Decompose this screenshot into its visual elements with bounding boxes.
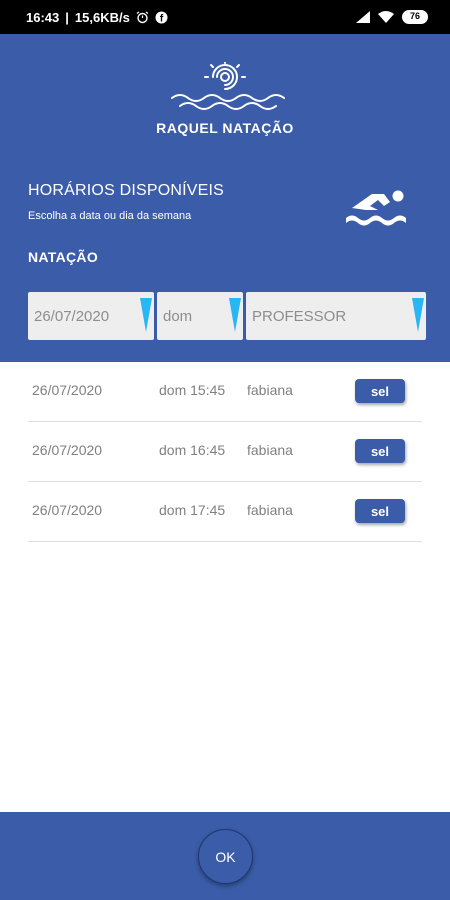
list-item: 26/07/2020 dom 17:45 fabiana sel: [28, 482, 422, 542]
status-speed: 15,6KB/s: [74, 9, 130, 25]
page-title: HORÁRIOS DISPONÍVEIS: [28, 182, 225, 199]
select-button[interactable]: sel: [355, 499, 405, 523]
status-left: 16:43 | 15,6KB/s f: [26, 10, 168, 25]
list-item: 26/07/2020 dom 15:45 fabiana sel: [28, 362, 422, 422]
professor-select[interactable]: PROFESSOR: [246, 292, 426, 340]
section-label: NATAÇÃO: [28, 249, 99, 265]
row-date: 26/07/2020: [32, 442, 103, 458]
row-date: 26/07/2020: [32, 502, 103, 518]
list-item: 26/07/2020 dom 16:45 fabiana sel: [28, 422, 422, 482]
status-time: 16:43: [26, 9, 60, 25]
status-right: 76: [356, 10, 428, 24]
brand-name: RAQUEL NATAÇÃO: [156, 120, 294, 136]
alarm-icon: [136, 11, 149, 23]
page-subtitle: Escolha a data ou dia da semana: [28, 210, 192, 222]
row-date: 26/07/2020: [32, 382, 103, 398]
professor-select-value: PROFESSOR: [252, 307, 347, 325]
sun-waves-logo-icon: [171, 62, 285, 110]
status-divider: |: [65, 9, 69, 25]
weekday-select-value: dom: [163, 307, 193, 325]
select-button[interactable]: sel: [355, 379, 405, 403]
row-time: dom 16:45: [159, 442, 226, 458]
ok-button[interactable]: OK: [198, 829, 253, 884]
date-select-value: 26/07/2020: [34, 307, 110, 325]
row-time: dom 17:45: [159, 502, 226, 518]
row-professor: fabiana: [247, 442, 293, 458]
dropdown-arrow-icon: [229, 298, 241, 332]
footer-bar: OK: [0, 812, 450, 900]
date-select[interactable]: 26/07/2020: [28, 292, 154, 340]
row-professor: fabiana: [247, 502, 293, 518]
row-time: dom 15:45: [159, 382, 226, 398]
status-bar: 16:43 | 15,6KB/s f 76: [0, 0, 450, 34]
signal-icon: [356, 11, 370, 23]
header-panel: RAQUEL NATAÇÃO HORÁRIOS DISPONÍVEIS Esco…: [0, 34, 450, 362]
dropdown-arrow-icon: [412, 298, 424, 332]
weekday-select[interactable]: dom: [157, 292, 243, 340]
wifi-icon: [378, 11, 394, 23]
swimmer-icon: [346, 190, 406, 226]
battery-icon: 76: [402, 10, 428, 24]
dropdown-arrow-icon: [140, 298, 152, 332]
schedule-list: 26/07/2020 dom 15:45 fabiana sel 26/07/2…: [28, 362, 450, 542]
facebook-icon: f: [155, 11, 168, 24]
select-button[interactable]: sel: [355, 439, 405, 463]
row-professor: fabiana: [247, 382, 293, 398]
